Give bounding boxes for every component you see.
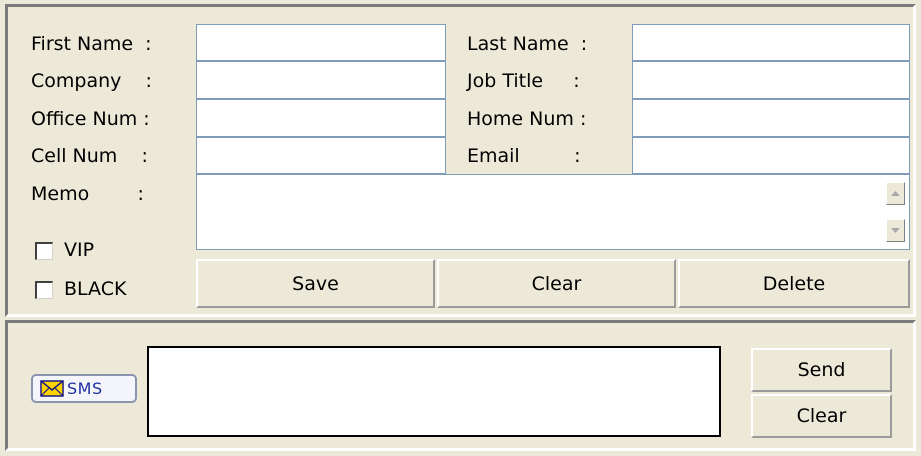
memo-label: Memo : xyxy=(31,183,144,205)
job-title-label: Job Title : xyxy=(467,70,580,92)
office-num-label: Office Num : xyxy=(31,108,150,130)
black-checkbox[interactable] xyxy=(35,281,53,299)
vip-label: VIP xyxy=(64,239,95,261)
first-name-input[interactable] xyxy=(196,24,446,61)
memo-scroll-down-button[interactable] xyxy=(886,219,905,242)
office-num-input[interactable] xyxy=(196,99,446,137)
delete-button[interactable]: Delete xyxy=(678,259,910,308)
cell-num-label: Cell Num : xyxy=(31,145,148,167)
cell-num-input[interactable] xyxy=(196,137,446,174)
sms-clear-button[interactable]: Clear xyxy=(751,394,892,438)
home-num-input[interactable] xyxy=(632,99,910,137)
vip-checkbox[interactable] xyxy=(35,242,53,260)
email-label: Email : xyxy=(467,145,581,167)
black-label: BLACK xyxy=(64,278,127,300)
last-name-label: Last Name : xyxy=(467,33,588,55)
envelope-icon xyxy=(40,380,64,397)
arrow-down-icon xyxy=(891,228,900,233)
company-label: Company : xyxy=(31,70,152,92)
first-name-label: First Name : xyxy=(31,33,152,55)
clear-button[interactable]: Clear xyxy=(437,259,676,308)
sms-badge: SMS xyxy=(31,374,137,403)
sms-message-input[interactable] xyxy=(147,346,721,437)
sms-badge-label: SMS xyxy=(67,379,103,398)
email-input[interactable] xyxy=(632,137,910,174)
memo-scroll-up-button[interactable] xyxy=(886,182,905,205)
memo-textarea[interactable] xyxy=(196,174,910,250)
last-name-input[interactable] xyxy=(632,24,910,61)
home-num-label: Home Num : xyxy=(467,108,587,130)
job-title-input[interactable] xyxy=(632,61,910,99)
save-button[interactable]: Save xyxy=(196,259,435,308)
arrow-up-icon xyxy=(891,191,900,196)
company-input[interactable] xyxy=(196,61,446,99)
send-button[interactable]: Send xyxy=(751,348,892,392)
